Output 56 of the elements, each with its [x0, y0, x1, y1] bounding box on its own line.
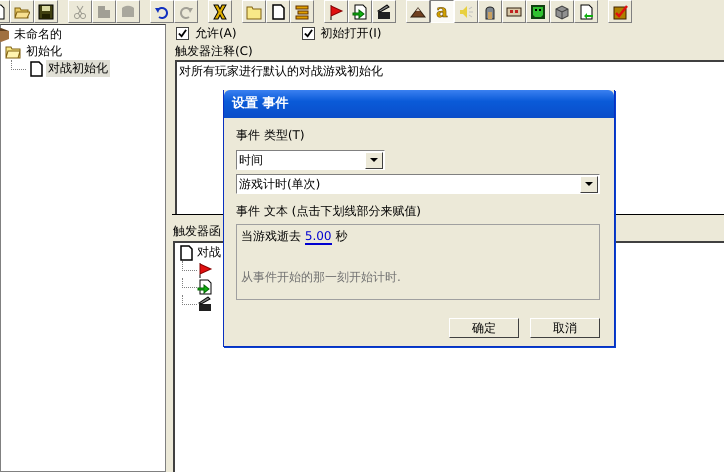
- clapperboard-icon: [197, 296, 213, 312]
- functions-label: 触发器函: [173, 223, 221, 240]
- toolbar-button[interactable]: [502, 0, 526, 23]
- tree-item[interactable]: 对战初始化: [46, 60, 110, 77]
- flag-icon: [197, 262, 213, 278]
- dialog-button[interactable]: 取消: [530, 318, 600, 338]
- toolbar-button[interactable]: [266, 0, 290, 23]
- toolbar-button[interactable]: [526, 0, 550, 23]
- toolbar-button[interactable]: [406, 0, 430, 23]
- toolbar-button[interactable]: [550, 0, 574, 23]
- event-type-label: 事件 类型(T): [236, 127, 306, 144]
- toolbar-button[interactable]: [324, 0, 348, 23]
- event-text-label: 事件 文本 (点击下划线部分来赋值): [236, 203, 422, 220]
- dialog-button[interactable]: 确定: [449, 318, 519, 338]
- checkbox[interactable]: [176, 27, 189, 40]
- toolbar-button[interactable]: [208, 0, 232, 23]
- export-icon: [352, 4, 368, 20]
- toolbar-button[interactable]: [34, 0, 58, 23]
- checkbox-icon: [612, 4, 628, 20]
- mask-icon: [530, 4, 546, 20]
- toolbar-button[interactable]: [290, 0, 314, 23]
- clapperboard-icon: [376, 4, 392, 20]
- copy-icon: [96, 4, 112, 20]
- scissors-icon: [72, 4, 88, 20]
- comment-label: 触发器注释(C): [175, 43, 254, 60]
- document-icon: [178, 244, 194, 260]
- toolbar-button[interactable]: [574, 0, 598, 23]
- paste-icon: [120, 4, 136, 20]
- toolbar-button[interactable]: [478, 0, 502, 23]
- lines-icon: [294, 4, 310, 20]
- folder-icon: [246, 4, 262, 20]
- box-icon: [554, 4, 570, 20]
- save-icon: [38, 4, 54, 20]
- event-sentence: 当游戏逝去 5.00 秒: [241, 228, 348, 244]
- cross-icon: [212, 4, 228, 20]
- tree-item[interactable]: 初始化: [24, 43, 64, 60]
- event-description: 从事件开始的那一刻开始计时.: [241, 269, 402, 286]
- toolbar-button[interactable]: [372, 0, 396, 23]
- document-icon: [28, 60, 44, 76]
- speaker-icon: [458, 4, 474, 20]
- checkbox[interactable]: [302, 27, 315, 40]
- flag-icon: [328, 4, 344, 20]
- category-dropdown[interactable]: 时间: [236, 150, 385, 170]
- export-icon: [197, 278, 213, 294]
- checkbox-label: 允许(A): [195, 25, 237, 42]
- value-link[interactable]: 5.00: [304, 229, 332, 245]
- toolbar-button[interactable]: [348, 0, 372, 23]
- document-icon: [270, 4, 286, 20]
- dialog-title: 设置 事件: [224, 90, 614, 118]
- toolbar-button[interactable]: [150, 0, 174, 23]
- tree-item[interactable]: 对战: [197, 244, 221, 261]
- import-icon: [578, 4, 594, 20]
- tree-item[interactable]: 未命名的: [12, 26, 64, 43]
- checkbox-label: 初始打开(I): [320, 25, 382, 42]
- event-dropdown[interactable]: 游戏计时(单次): [236, 174, 600, 194]
- toolbar-button[interactable]: [608, 0, 632, 23]
